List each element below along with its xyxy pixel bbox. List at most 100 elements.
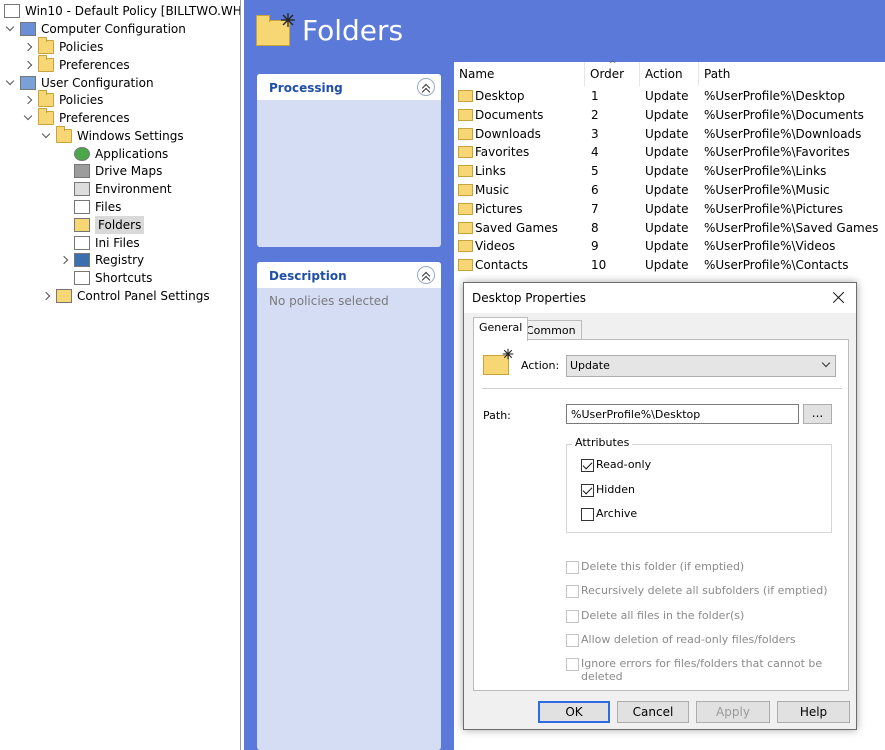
cell-name: Pictures bbox=[475, 201, 523, 216]
ok-button[interactable]: OK bbox=[538, 701, 610, 723]
cell-name: Contacts bbox=[475, 258, 528, 273]
table-row[interactable]: Links 5 Update %UserProfile%\Links bbox=[454, 162, 885, 181]
tree-user-preferences[interactable]: Preferences bbox=[22, 108, 130, 127]
tree-computer-policies[interactable]: Policies bbox=[22, 37, 103, 56]
tree-computer-preferences[interactable]: Preferences bbox=[22, 55, 130, 74]
table-row[interactable]: Saved Games 8 Update %UserProfile%\Saved Ga… bbox=[454, 219, 885, 238]
cell-action: Update bbox=[645, 145, 689, 160]
attribute-checkbox-hidden[interactable] bbox=[581, 483, 594, 497]
table-row[interactable]: Downloads 3 Update %UserProfile%\Downloads bbox=[454, 125, 885, 144]
tree-ini-files[interactable]: Ini Files bbox=[58, 234, 140, 252]
table-row[interactable]: Desktop 1 Update %UserProfile%\Desktop bbox=[454, 87, 885, 106]
table-row[interactable]: Videos 9 Update %UserProfile%\Videos bbox=[454, 237, 885, 256]
cell-path: %UserProfile%\Documents bbox=[704, 107, 864, 122]
tree-label: Preferences bbox=[59, 111, 130, 125]
cell-order: 1 bbox=[591, 89, 599, 103]
tree-user-configuration[interactable]: User Configuration bbox=[4, 74, 154, 92]
attribute-checkbox-archive[interactable] bbox=[581, 508, 594, 521]
tree-windows-settings[interactable]: Windows Settings bbox=[40, 126, 184, 145]
tree-root[interactable]: Win10 - Default Policy [BILLTWO.WHS.LOC bbox=[4, 2, 240, 20]
cell-order: 8 bbox=[591, 220, 599, 235]
option-checkbox[interactable] bbox=[566, 633, 579, 647]
chevron-right-icon[interactable] bbox=[58, 251, 70, 269]
option-checkbox[interactable] bbox=[566, 561, 579, 574]
action-label: Action: bbox=[521, 359, 560, 372]
files-icon bbox=[74, 200, 90, 214]
table-row[interactable]: Music 6 Update %UserProfile%\Music bbox=[454, 181, 885, 200]
table-row[interactable]: Contacts 10 Update %UserProfile%\Contacts bbox=[454, 256, 885, 275]
tree-files[interactable]: Files bbox=[58, 198, 121, 216]
description-collapse-button[interactable] bbox=[417, 266, 435, 284]
tab-general[interactable]: General bbox=[473, 317, 529, 341]
column-header-order[interactable]: Order ^ bbox=[585, 60, 640, 86]
table-row[interactable]: Pictures 7 Update %UserProfile%\Pictures bbox=[454, 200, 885, 219]
chevron-down-icon[interactable] bbox=[4, 20, 16, 38]
cell-path: %UserProfile%\Links bbox=[704, 164, 827, 179]
cell-path: %UserProfile%\Desktop bbox=[704, 89, 845, 103]
attribute-checkbox-read-only[interactable] bbox=[581, 459, 594, 472]
cell-order: 7 bbox=[591, 201, 599, 216]
action-select[interactable]: Update bbox=[566, 355, 836, 377]
table-row[interactable]: Documents 2 Update %UserProfile%\Documents bbox=[454, 106, 885, 125]
cell-path: %UserProfile%\Videos bbox=[704, 239, 836, 254]
cell-path: %UserProfile%\Saved Games bbox=[704, 220, 879, 235]
control-panel-icon bbox=[56, 289, 72, 303]
tree-shortcuts[interactable]: Shortcuts bbox=[58, 269, 152, 287]
browse-button[interactable]: ... bbox=[803, 404, 832, 424]
folder-new-icon bbox=[458, 240, 473, 253]
option-checkbox[interactable] bbox=[566, 585, 579, 599]
environment-icon bbox=[74, 182, 90, 196]
tree-control-panel-settings[interactable]: Control Panel Settings bbox=[40, 287, 210, 305]
table-row[interactable]: Favorites 4 Update %UserProfile%\Favorites bbox=[454, 143, 885, 162]
description-panel: Description No policies selected bbox=[257, 262, 441, 750]
tree-label: Preferences bbox=[59, 58, 130, 72]
chevron-down-icon[interactable] bbox=[22, 109, 34, 127]
tree-label: User Configuration bbox=[41, 76, 154, 90]
close-icon[interactable] bbox=[828, 287, 850, 309]
option-checkbox[interactable] bbox=[566, 609, 579, 623]
cell-action: Update bbox=[645, 220, 689, 235]
cell-order: 6 bbox=[591, 183, 599, 197]
tree-label: Drive Maps bbox=[95, 164, 163, 178]
divider bbox=[482, 388, 842, 389]
tree-registry[interactable]: Registry bbox=[58, 251, 144, 269]
policy-doc-icon bbox=[4, 4, 20, 18]
path-input[interactable] bbox=[566, 404, 799, 424]
chevron-right-icon[interactable] bbox=[22, 91, 34, 109]
column-header-path[interactable]: Path bbox=[699, 62, 885, 86]
chevron-right-icon[interactable] bbox=[22, 38, 34, 56]
column-header-name[interactable]: Name bbox=[454, 62, 585, 86]
tree-computer-configuration[interactable]: Computer Configuration bbox=[4, 20, 186, 38]
tab-common[interactable]: Common bbox=[520, 320, 582, 340]
shortcuts-icon bbox=[74, 271, 90, 285]
path-label: Path: bbox=[483, 409, 511, 422]
tree-environment[interactable]: Environment bbox=[58, 180, 172, 198]
chevron-right-icon[interactable] bbox=[22, 56, 34, 74]
chevron-down-icon[interactable] bbox=[4, 74, 16, 92]
processing-panel: Processing bbox=[257, 74, 441, 247]
cancel-button[interactable]: Cancel bbox=[617, 701, 689, 723]
cell-order: 2 bbox=[591, 107, 599, 122]
folder-new-icon bbox=[458, 108, 473, 121]
processing-collapse-button[interactable] bbox=[417, 78, 435, 96]
tree-folders[interactable]: Folders bbox=[58, 216, 145, 234]
folder-new-icon bbox=[458, 202, 473, 215]
tree-user-policies[interactable]: Policies bbox=[22, 90, 103, 109]
chevron-right-icon[interactable] bbox=[40, 287, 52, 305]
help-button[interactable]: Help bbox=[777, 701, 850, 723]
sparkle-icon bbox=[502, 348, 514, 360]
chevron-down-icon[interactable] bbox=[40, 127, 52, 145]
option-checkbox[interactable] bbox=[566, 658, 579, 672]
page-header: Folders bbox=[244, 0, 885, 66]
tree-applications[interactable]: Applications bbox=[58, 145, 168, 163]
cell-order: 9 bbox=[591, 239, 599, 254]
dialog-titlebar: Desktop Properties bbox=[464, 283, 856, 313]
tree-drive-maps[interactable]: Drive Maps bbox=[58, 162, 162, 180]
folder-new-icon bbox=[458, 127, 473, 140]
cell-name: Desktop bbox=[475, 89, 525, 103]
description-panel-title: Description bbox=[269, 269, 347, 283]
apply-button[interactable]: Apply bbox=[696, 701, 770, 723]
column-header-action[interactable]: Action bbox=[640, 62, 699, 86]
general-tab-panel: Action: Update Path: ... Attributes Read… bbox=[473, 339, 849, 691]
